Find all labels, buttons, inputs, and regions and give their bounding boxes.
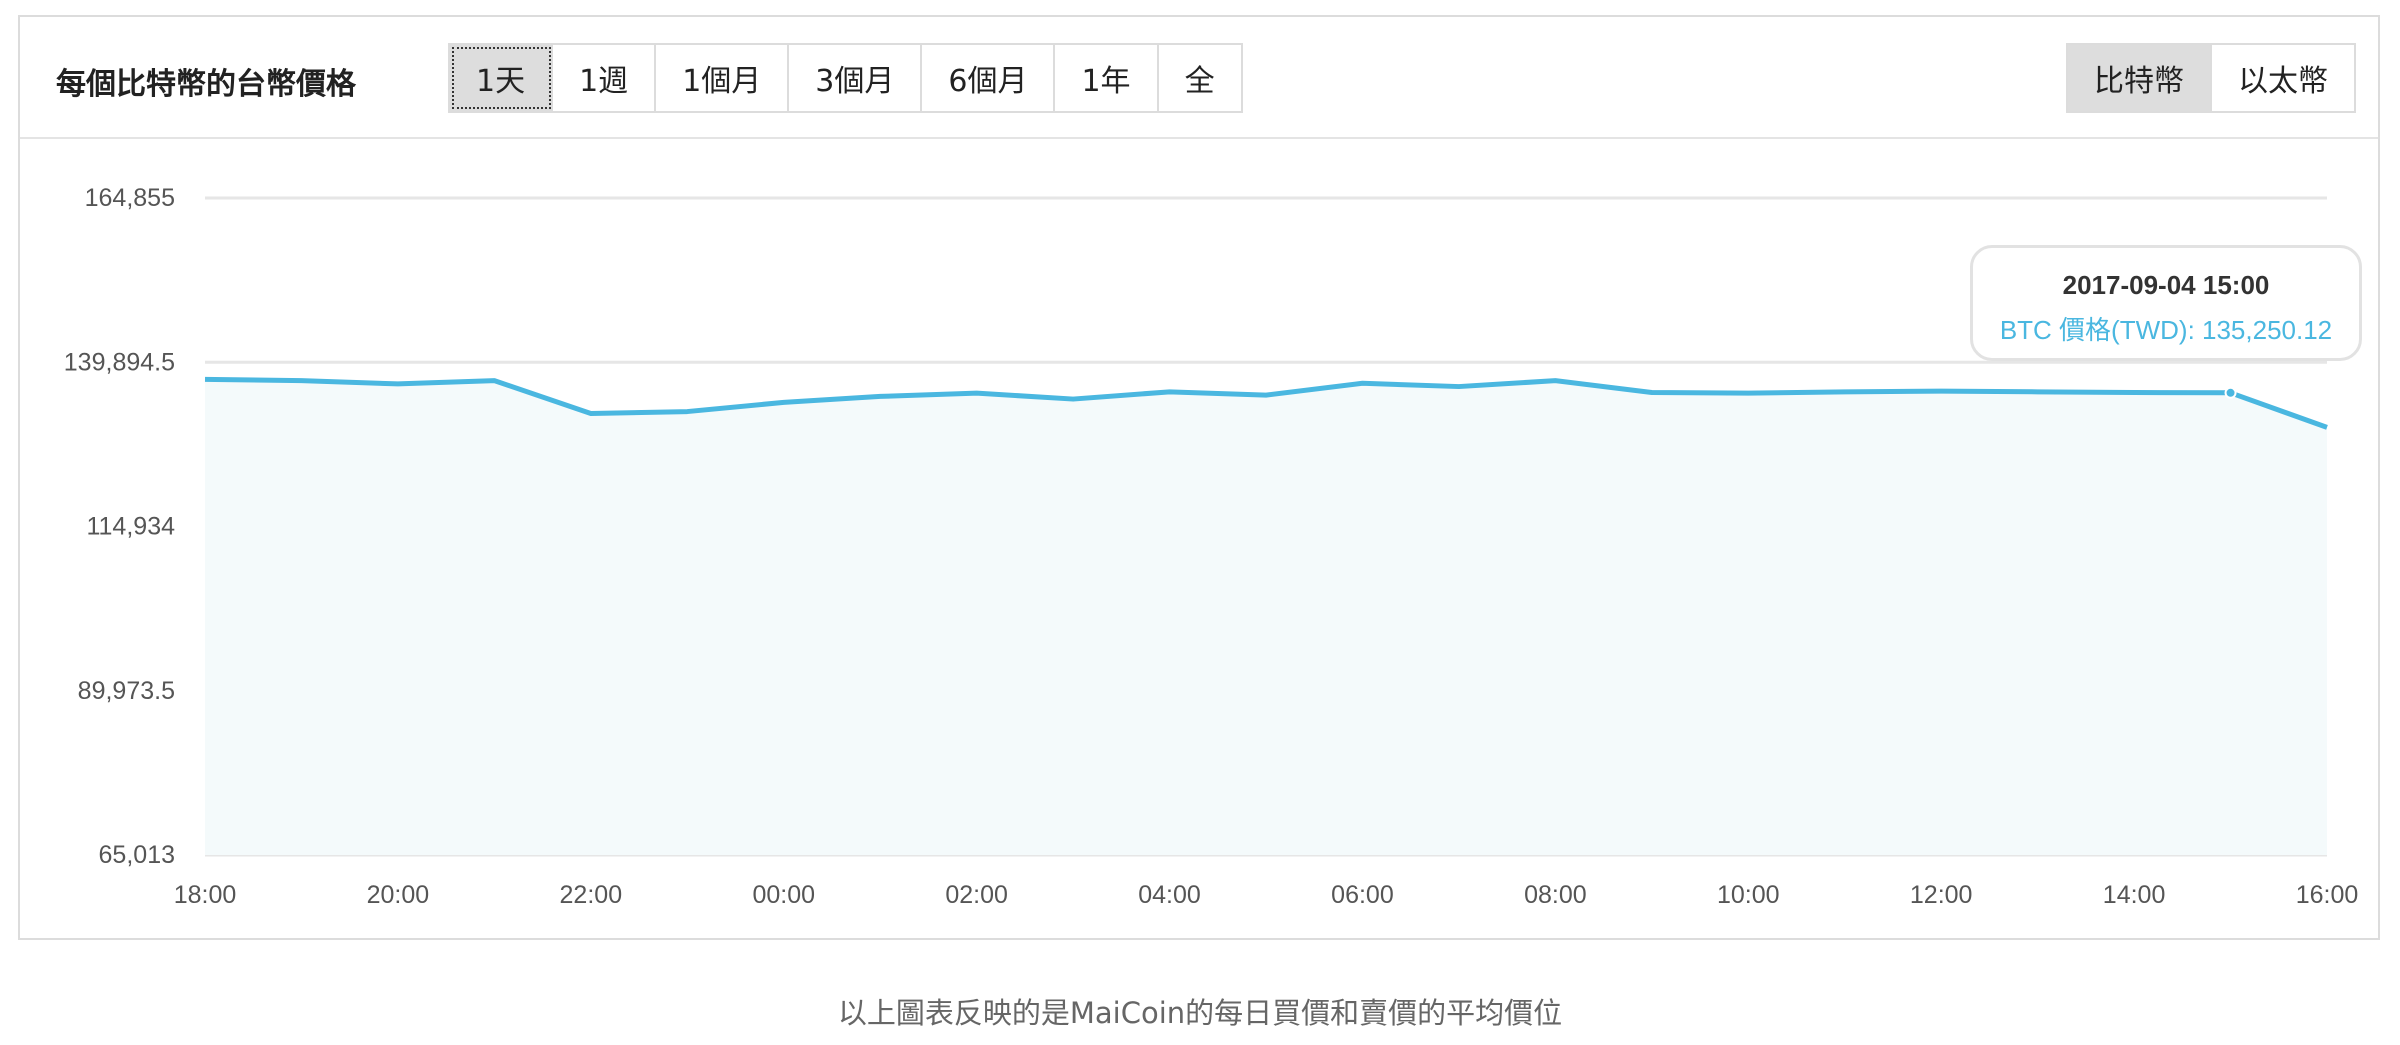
x-tick-label: 20:00: [367, 881, 430, 909]
x-tick-label: 06:00: [1331, 881, 1394, 909]
x-tick-label: 00:00: [752, 881, 815, 909]
y-tick-label: 164,855: [85, 184, 175, 212]
x-tick-label: 04:00: [1138, 881, 1201, 909]
y-tick-label: 65,013: [99, 841, 175, 869]
x-tick-label: 10:00: [1717, 881, 1780, 909]
tooltip-date: 2017-09-04 15:00: [2062, 270, 2270, 300]
y-tick-label: 89,973.5: [78, 677, 175, 705]
x-tick-label: 02:00: [945, 881, 1008, 909]
y-tick-label: 114,934: [86, 513, 175, 541]
x-tick-label: 08:00: [1524, 881, 1587, 909]
x-tick-label: 16:00: [2296, 881, 2359, 909]
area-fill: [205, 379, 2327, 855]
y-tick-label: 139,894.5: [64, 348, 175, 376]
x-tick-label: 12:00: [1910, 881, 1973, 909]
x-tick-label: 14:00: [2103, 881, 2166, 909]
x-tick-label: 18:00: [174, 881, 237, 909]
tooltip-value: BTC 價格(TWD): 135,250.12: [1999, 315, 2333, 345]
chart-footnote: 以上圖表反映的是MaiCoin的每日買價和賣價的平均價位: [837, 996, 1563, 1030]
x-tick-label: 22:00: [560, 881, 623, 909]
page: 每個比特幣的台幣價格 1天 1週 1個月 3個月 6個月 1年 全 比特幣 以太…: [0, 0, 2400, 1045]
data-point: [2224, 386, 2237, 399]
price-chart[interactable]: 164,855 139,894.5 114,934 89,973.5 65,013 18:…: [0, 0, 2400, 1045]
chart-tooltip: 2017-09-04 15:00 BTC 價格(TWD): 135,250.12: [1970, 245, 2362, 361]
